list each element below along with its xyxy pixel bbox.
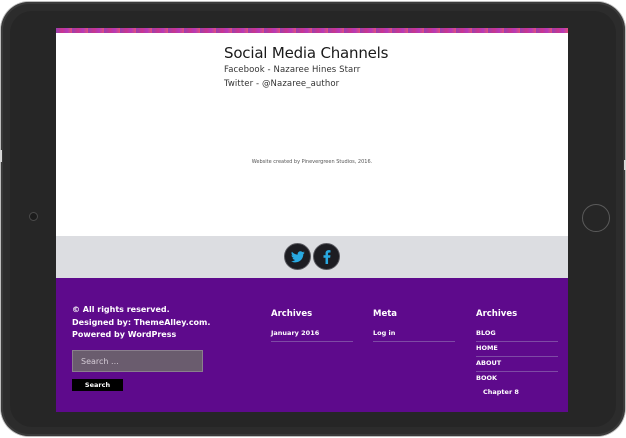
web-page: Social Media Channels Facebook - Nazaree…	[56, 28, 568, 412]
search-input[interactable]	[72, 350, 203, 372]
home-button[interactable]	[582, 204, 610, 232]
nav-link-home[interactable]: HOME	[476, 342, 558, 357]
site-credit: Website created by Pinevergreen Studios,…	[251, 159, 373, 165]
header-pattern-strip	[56, 28, 568, 33]
meta-link-log-in[interactable]: Log in	[373, 327, 455, 342]
search-button[interactable]: Search	[72, 379, 123, 391]
facebook-icon	[323, 249, 330, 264]
social-media-section: Social Media Channels Facebook - Nazaree…	[224, 44, 524, 89]
nav-link-blog[interactable]: BLOG	[476, 327, 558, 342]
facebook-link[interactable]	[313, 243, 340, 270]
meta-widget: Meta Log in	[373, 309, 455, 342]
twitter-link[interactable]	[284, 243, 311, 270]
twitter-icon	[290, 250, 305, 262]
twitter-line: Twitter - @Nazaree_author	[224, 79, 340, 89]
copyright-text: © All rights reserved.	[72, 305, 170, 314]
pages-widget-title: Archives	[476, 309, 518, 319]
pages-widget: Archives BLOG HOME ABOUT BOOK Chapter 8	[476, 309, 558, 400]
facebook-line: Facebook - Nazaree Hines Starr	[224, 65, 361, 75]
nav-link-book[interactable]: BOOK	[476, 372, 558, 386]
nav-link-chapter-8[interactable]: Chapter 8	[476, 386, 558, 400]
archives-widget-title: Archives	[271, 309, 313, 319]
volume-button	[0, 150, 2, 162]
footer-about: © All rights reserved. Designed by: Them…	[72, 304, 242, 342]
meta-widget-title: Meta	[373, 309, 398, 319]
archive-link-january-2016[interactable]: January 2016	[271, 327, 353, 342]
nav-link-about[interactable]: ABOUT	[476, 357, 558, 372]
designed-by-text[interactable]: Designed by: ThemeAlley.com.	[72, 317, 242, 330]
site-footer: © All rights reserved. Designed by: Them…	[56, 278, 568, 412]
social-media-heading: Social Media Channels	[224, 44, 389, 62]
powered-by-text[interactable]: Powered by WordPress	[72, 329, 242, 342]
social-icons-bar	[56, 236, 568, 278]
archives-widget: Archives January 2016	[271, 309, 353, 342]
camera-icon	[29, 212, 38, 221]
